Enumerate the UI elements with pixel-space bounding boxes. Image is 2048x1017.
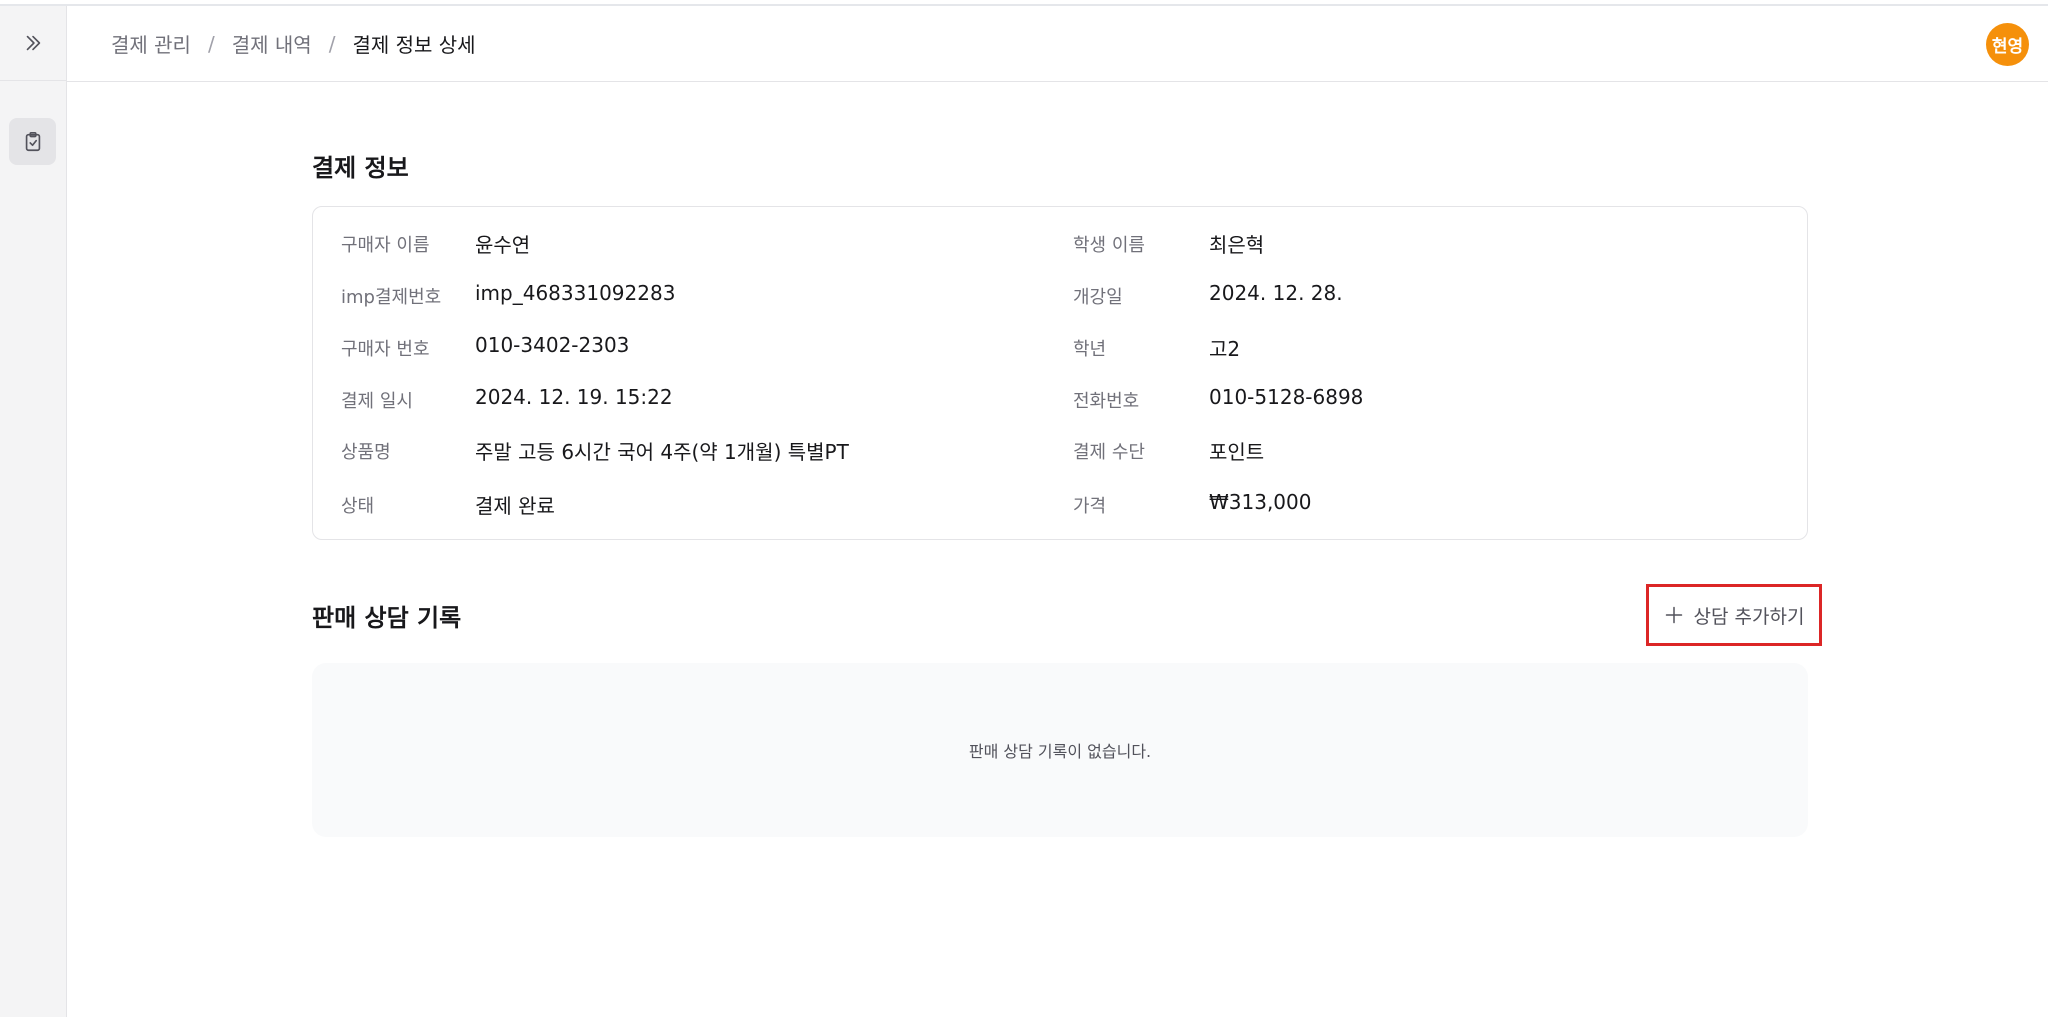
- product-name-value: 주말 고등 6시간 국어 4주(약 1개월) 특별PT: [475, 440, 849, 464]
- imp-number-label: imp결제번호: [341, 287, 442, 308]
- buyer-name-value: 윤수연: [475, 233, 531, 257]
- student-name-label: 학생 이름: [1073, 235, 1145, 256]
- status-label: 상태: [341, 496, 375, 517]
- avatar[interactable]: 현영: [1986, 23, 2029, 66]
- breadcrumb-separator: /: [328, 31, 336, 56]
- payment-info-card: 구매자 이름 윤수연 imp결제번호 imp_468331092283 구매자 …: [312, 206, 1808, 540]
- clipboard-check-icon: [25, 131, 40, 151]
- status-value: 결제 완료: [475, 494, 555, 518]
- buyer-phone-value: 010-3402-2303: [475, 333, 630, 357]
- add-consult-button-label: 상담 추가하기: [1693, 605, 1805, 628]
- sidebar-item-payments[interactable]: [9, 118, 56, 165]
- add-consult-button[interactable]: 상담 추가하기: [1646, 584, 1822, 646]
- payment-datetime-label: 결제 일시: [341, 391, 413, 412]
- empty-state-text: 판매 상담 기록이 없습니다.: [968, 742, 1152, 761]
- grade-label: 학년: [1073, 339, 1107, 360]
- student-name-value: 최은혁: [1209, 233, 1265, 257]
- sidebar-toggle-button[interactable]: [0, 6, 66, 81]
- consult-history-title: 판매 상담 기록: [312, 604, 462, 632]
- buyer-phone-label: 구매자 번호: [341, 339, 430, 360]
- price-value: ₩313,000: [1209, 490, 1312, 514]
- sidebar: [0, 6, 67, 1017]
- breadcrumb-item-current: 결제 정보 상세: [352, 33, 476, 57]
- buyer-name-label: 구매자 이름: [341, 235, 430, 256]
- payment-datetime-value: 2024. 12. 19. 15:22: [475, 385, 673, 409]
- breadcrumb: 결제 관리 / 결제 내역 / 결제 정보 상세: [111, 6, 476, 81]
- imp-number-value: imp_468331092283: [475, 281, 676, 305]
- payment-method-label: 결제 수단: [1073, 442, 1145, 463]
- price-label: 가격: [1073, 496, 1107, 517]
- payment-method-value: 포인트: [1209, 440, 1265, 464]
- phone-label: 전화번호: [1073, 391, 1140, 412]
- phone-value: 010-5128-6898: [1209, 385, 1364, 409]
- breadcrumb-item-payment-history[interactable]: 결제 내역: [232, 29, 312, 58]
- breadcrumb-separator: /: [207, 31, 215, 56]
- chevrons-right-icon: [26, 35, 41, 51]
- start-date-value: 2024. 12. 28.: [1209, 281, 1343, 305]
- top-header: 결제 관리 / 결제 내역 / 결제 정보 상세 현영: [67, 6, 2048, 82]
- plus-icon: [1665, 606, 1682, 624]
- consult-empty-state: 판매 상담 기록이 없습니다.: [312, 663, 1808, 837]
- product-name-label: 상품명: [341, 442, 391, 463]
- breadcrumb-item-payment-management[interactable]: 결제 관리: [111, 29, 191, 58]
- payment-info-title: 결제 정보: [312, 154, 409, 182]
- start-date-label: 개강일: [1073, 287, 1123, 308]
- grade-value: 고2: [1209, 337, 1241, 361]
